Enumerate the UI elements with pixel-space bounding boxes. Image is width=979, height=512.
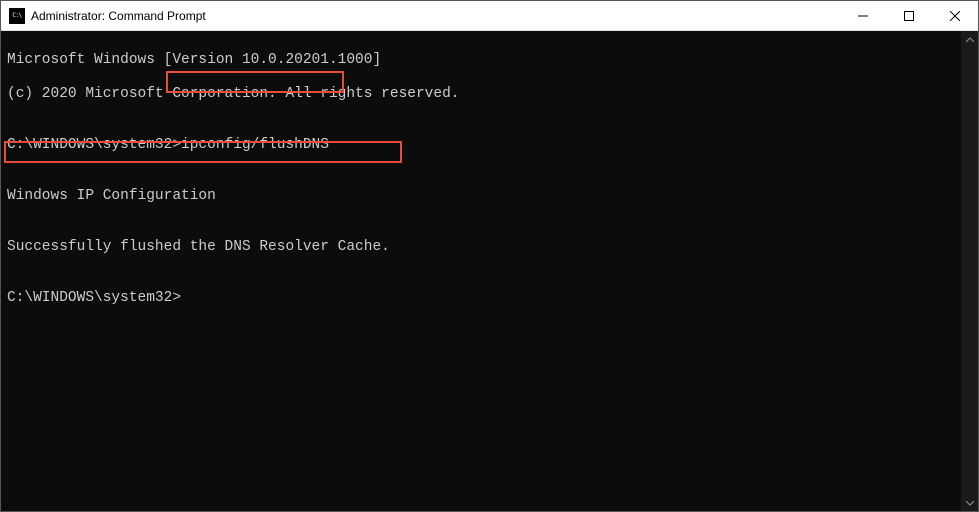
maximize-button[interactable] <box>886 1 932 30</box>
scrollbar-track[interactable] <box>961 48 978 494</box>
minimize-button[interactable] <box>840 1 886 30</box>
console-area: Microsoft Windows [Version 10.0.20201.10… <box>1 31 978 511</box>
console-content[interactable]: Microsoft Windows [Version 10.0.20201.10… <box>1 31 961 511</box>
titlebar[interactable]: C:\ Administrator: Command Prompt <box>1 1 978 31</box>
chevron-up-icon <box>966 37 974 43</box>
close-icon <box>950 11 960 21</box>
entered-command: ipconfig/flushDNS <box>181 137 329 153</box>
scroll-up-button[interactable] <box>961 31 978 48</box>
app-icon: C:\ <box>9 8 25 24</box>
minimize-icon <box>858 11 868 21</box>
output-line: Windows IP Configuration <box>7 188 955 205</box>
output-line: Microsoft Windows [Version 10.0.20201.10… <box>7 52 955 69</box>
close-button[interactable] <box>932 1 978 30</box>
output-line: (c) 2020 Microsoft Corporation. All righ… <box>7 86 955 103</box>
prompt-line: C:\WINDOWS\system32>ipconfig/flushDNS <box>7 137 955 154</box>
prompt-path: C:\WINDOWS\system32> <box>7 137 181 153</box>
vertical-scrollbar[interactable] <box>961 31 978 511</box>
window-title: Administrator: Command Prompt <box>31 9 840 23</box>
output-line: Successfully flushed the DNS Resolver Ca… <box>7 239 955 256</box>
scroll-down-button[interactable] <box>961 494 978 511</box>
maximize-icon <box>904 11 914 21</box>
chevron-down-icon <box>966 500 974 506</box>
command-prompt-window: C:\ Administrator: Command Prompt Micros… <box>0 0 979 512</box>
app-icon-glyph: C:\ <box>12 12 21 19</box>
window-controls <box>840 1 978 30</box>
prompt-line: C:\WINDOWS\system32> <box>7 290 955 307</box>
